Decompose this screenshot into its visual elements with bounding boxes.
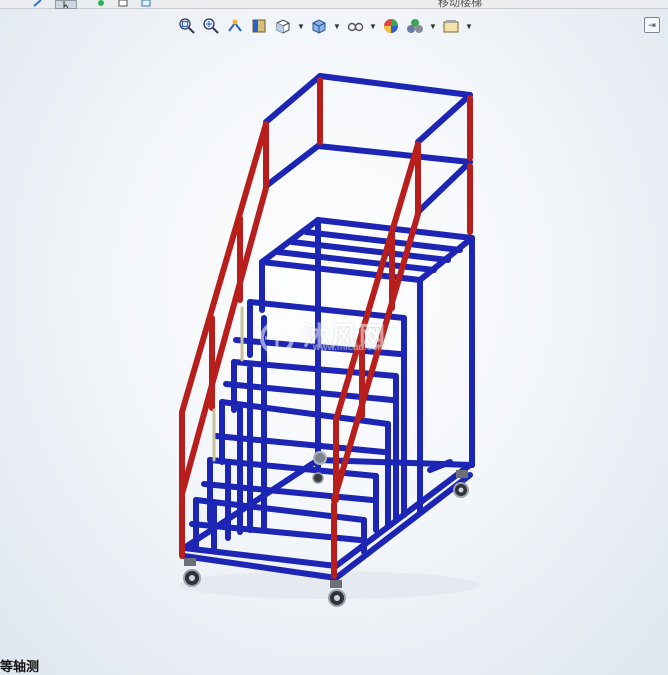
watermark: 沐风网 www.mfcad.com xyxy=(255,318,425,358)
watermark-logo-icon xyxy=(260,321,294,355)
watermark-url: www.mfcad.com xyxy=(313,342,386,353)
view-orientation-label: 等轴测 xyxy=(0,659,40,674)
caster-front-left xyxy=(183,558,201,587)
